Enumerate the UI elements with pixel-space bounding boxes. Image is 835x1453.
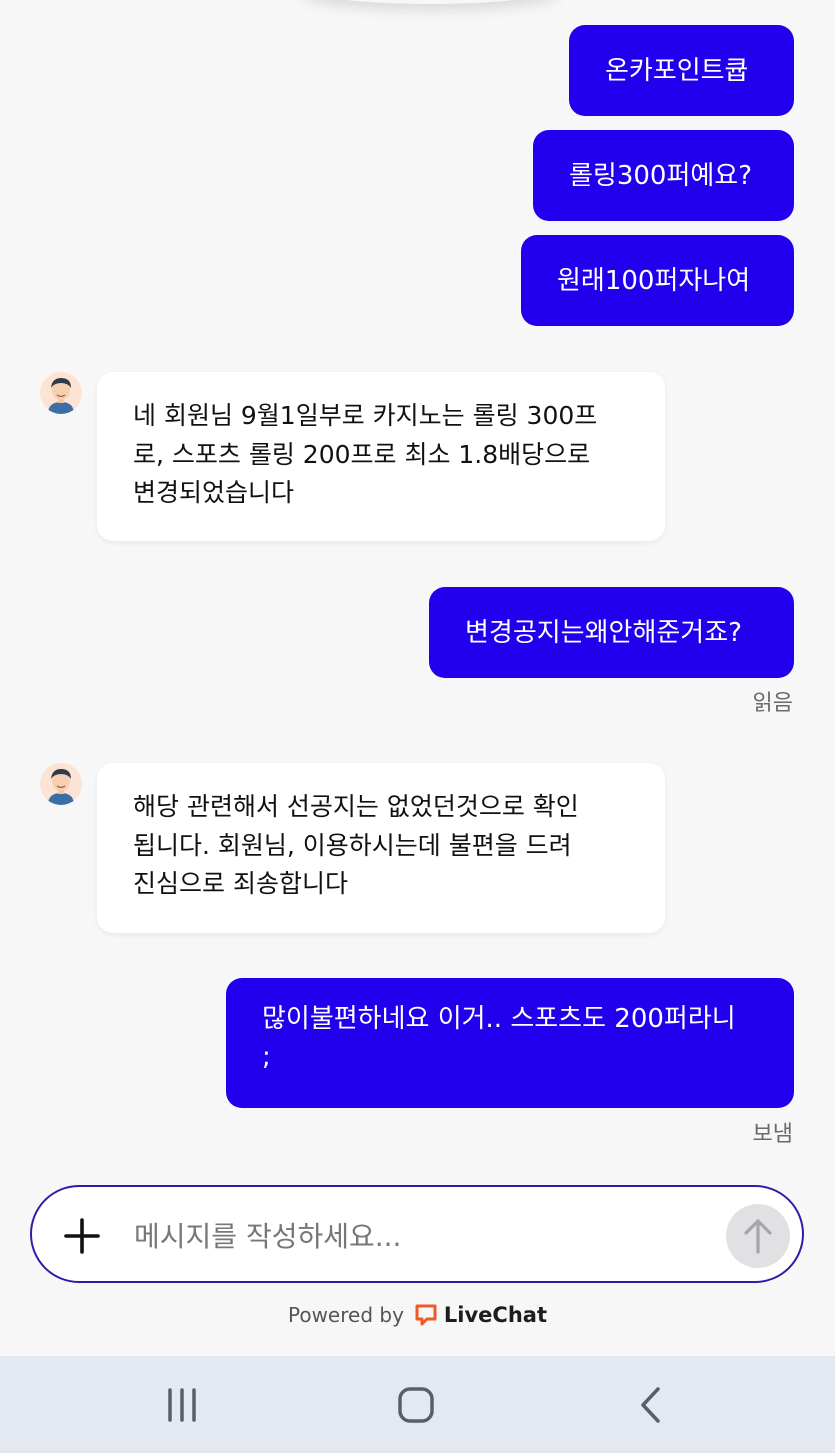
message-text: 롤링300퍼예요? (569, 160, 753, 191)
send-button[interactable] (726, 1204, 790, 1268)
home-button[interactable] (386, 1383, 446, 1427)
incoming-message: 해당 관련해서 선공지는 없었던것으로 확인 됩니다. 회원님, 이용하시는데 … (97, 763, 665, 933)
message-line: 해당 관련해서 선공지는 없었던것으로 확인 (133, 792, 579, 821)
incoming-message: 네 회원님 9월1일부로 카지노는 롤링 300프 로, 스포츠 롤링 200프… (97, 372, 665, 541)
message-text: 온카포인트큡 (605, 55, 749, 86)
plus-icon (64, 1218, 100, 1254)
arrow-up-icon (744, 1219, 772, 1254)
agent-avatar (40, 763, 82, 805)
sent-status: 보냄 (752, 1122, 793, 1147)
outgoing-message: 원래100퍼자나여 (521, 235, 794, 326)
outgoing-message: 온카포인트큡 (569, 25, 794, 116)
home-icon (398, 1387, 434, 1423)
message-text: 원래100퍼자나여 (557, 265, 751, 296)
message-line: 변경되었습니다 (133, 478, 295, 507)
livechat-brand-link[interactable]: LiveChat (414, 1303, 547, 1327)
back-button[interactable] (620, 1383, 680, 1427)
recent-apps-icon (168, 1388, 196, 1422)
outgoing-message: 많이불편하네요 이거.. 스포츠도 200퍼라니 ; (226, 978, 794, 1108)
outgoing-message: 변경공지는왜안해준거죠? (429, 587, 794, 678)
message-line: 됩니다. 회원님, 이용하시는데 불편을 드려 (133, 830, 572, 860)
powered-by: Powered by LiveChat (0, 1303, 835, 1327)
brand-name: LiveChat (443, 1303, 547, 1327)
message-composer (30, 1185, 804, 1283)
message-line: 많이불편하네요 이거.. 스포츠도 200퍼라니 (262, 1004, 736, 1034)
powered-by-label: Powered by (287, 1303, 404, 1327)
message-text: 변경공지는왜안해준거죠? (465, 617, 742, 648)
attach-button[interactable] (57, 1211, 107, 1261)
outgoing-message: 롤링300퍼예요? (533, 130, 794, 221)
recent-apps-button[interactable] (152, 1383, 212, 1427)
message-input[interactable] (132, 1207, 696, 1265)
back-icon (641, 1387, 660, 1423)
message-line: 로, 스포츠 롤링 200프로 최소 1.8배당으로 (133, 439, 591, 469)
previous-content-shadow (300, 0, 560, 4)
agent-avatar (40, 372, 82, 414)
message-line: 네 회원님 9월1일부로 카지노는 롤링 300프 (133, 401, 598, 430)
read-status: 읽음 (752, 691, 793, 716)
livechat-logo-icon (415, 1304, 437, 1326)
system-navigation-bar (0, 1356, 835, 1453)
message-line: ; (262, 1042, 271, 1072)
message-line: 진심으로 죄송합니다 (133, 869, 348, 898)
